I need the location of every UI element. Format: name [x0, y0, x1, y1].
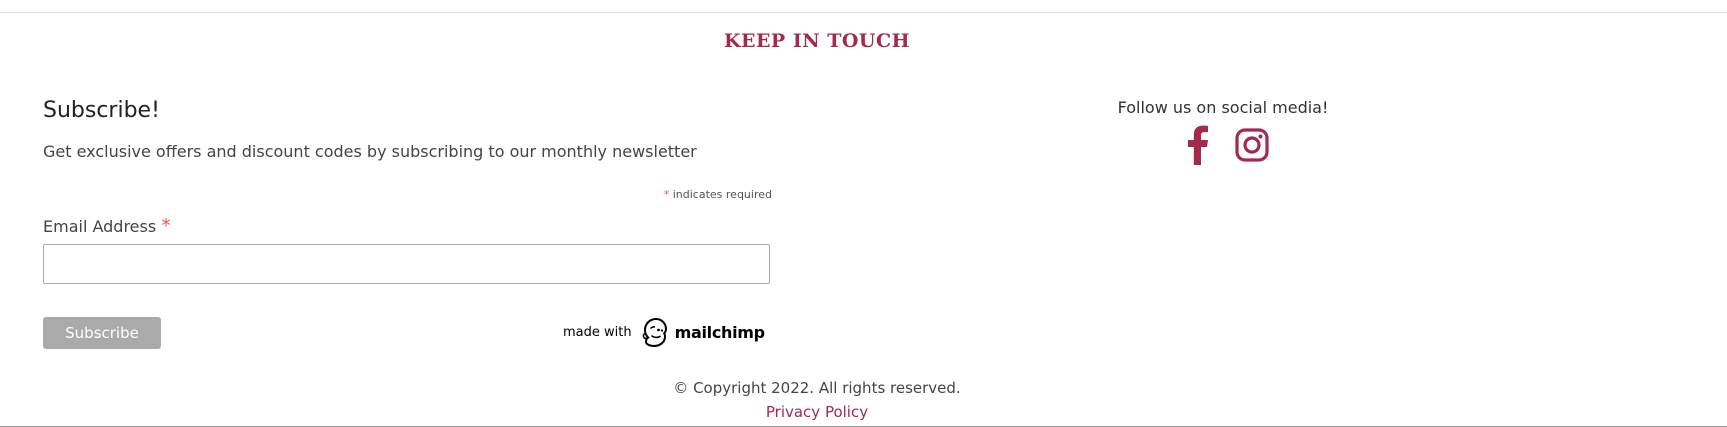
subscribe-heading: Subscribe! — [43, 98, 160, 123]
email-input[interactable] — [43, 244, 770, 284]
subscribe-button[interactable]: Subscribe — [43, 317, 161, 349]
mailchimp-freddie-icon — [642, 317, 667, 348]
facebook-icon[interactable] — [1185, 125, 1221, 165]
privacy-policy-link[interactable]: Privacy Policy — [0, 403, 1634, 421]
mailchimp-badge[interactable]: made with mailchimp — [563, 312, 765, 352]
required-note: * indicates required — [500, 188, 772, 201]
subscribe-description: Get exclusive offers and discount codes … — [43, 142, 697, 161]
section-title: KEEP IN TOUCH — [723, 30, 911, 52]
mailchimp-wordmark: mailchimp — [674, 322, 766, 342]
email-label: Email Address * — [43, 215, 171, 237]
made-with-text: made with — [563, 324, 632, 340]
instagram-icon[interactable] — [1234, 125, 1270, 165]
copyright-text: © Copyright 2022. All rights reserved. — [673, 379, 961, 397]
social-icons — [1185, 125, 1270, 165]
required-star: * — [663, 188, 670, 201]
email-required-star: * — [161, 215, 171, 237]
email-label-text: Email Address — [43, 217, 157, 236]
required-note-text: indicates required — [672, 188, 772, 201]
top-divider — [0, 12, 1727, 13]
social-title: Follow us on social media! — [1117, 98, 1329, 117]
